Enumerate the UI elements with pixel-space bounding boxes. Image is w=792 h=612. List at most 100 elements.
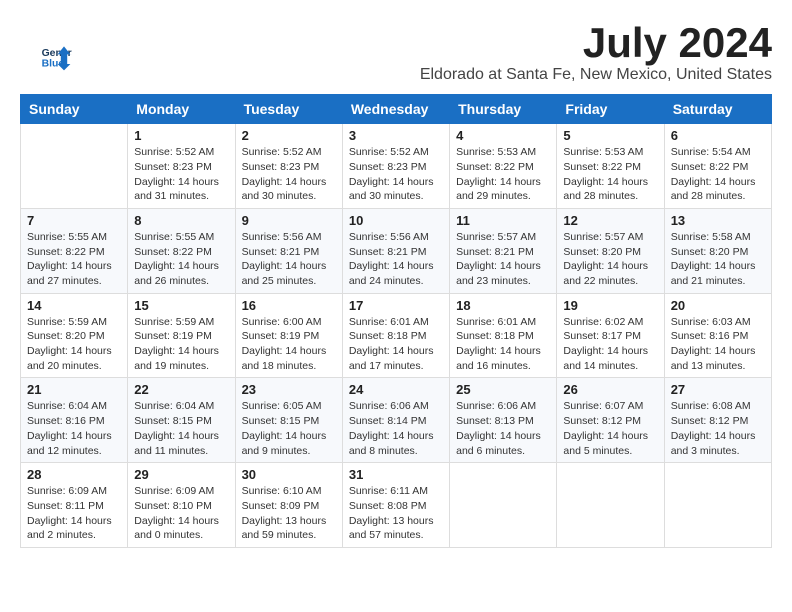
table-row: 10 Sunrise: 5:56 AM Sunset: 8:21 PM Dayli… xyxy=(342,208,449,293)
day-info: Sunrise: 5:57 AM Sunset: 8:20 PM Dayligh… xyxy=(563,230,657,289)
day-info: Sunrise: 5:55 AM Sunset: 8:22 PM Dayligh… xyxy=(134,230,228,289)
day-number: 16 xyxy=(242,298,336,313)
table-row: 22 Sunrise: 6:04 AM Sunset: 8:15 PM Dayli… xyxy=(128,378,235,463)
day-number: 28 xyxy=(27,467,121,482)
col-monday: Monday xyxy=(128,95,235,124)
table-row: 3 Sunrise: 5:52 AM Sunset: 8:23 PM Daylig… xyxy=(342,124,449,209)
col-thursday: Thursday xyxy=(450,95,557,124)
table-row: 12 Sunrise: 5:57 AM Sunset: 8:20 PM Dayli… xyxy=(557,208,664,293)
calendar-week-4: 21 Sunrise: 6:04 AM Sunset: 8:16 PM Dayli… xyxy=(21,378,772,463)
table-row: 9Sunrise: 5:56 AM Sunset: 8:21 PM Daylig… xyxy=(235,208,342,293)
day-number: 24 xyxy=(349,382,443,397)
day-info: Sunrise: 6:08 AM Sunset: 8:12 PM Dayligh… xyxy=(671,399,765,458)
table-row xyxy=(450,463,557,548)
day-number: 12 xyxy=(563,213,657,228)
col-saturday: Saturday xyxy=(664,95,771,124)
table-row: 8 Sunrise: 5:55 AM Sunset: 8:22 PM Daylig… xyxy=(128,208,235,293)
day-number: 9 xyxy=(242,213,336,228)
day-info: Sunrise: 6:09 AM Sunset: 8:10 PM Dayligh… xyxy=(134,484,228,543)
day-number: 10 xyxy=(349,213,443,228)
day-number: 30 xyxy=(242,467,336,482)
day-info: Sunrise: 6:02 AM Sunset: 8:17 PM Dayligh… xyxy=(563,315,657,374)
table-row: 13 Sunrise: 5:58 AM Sunset: 8:20 PM Dayli… xyxy=(664,208,771,293)
table-row: 4Sunrise: 5:53 AM Sunset: 8:22 PM Daylig… xyxy=(450,124,557,209)
day-info: Sunrise: 6:07 AM Sunset: 8:12 PM Dayligh… xyxy=(563,399,657,458)
day-info: Sunrise: 6:01 AM Sunset: 8:18 PM Dayligh… xyxy=(349,315,443,374)
day-info: Sunrise: 5:52 AM Sunset: 8:23 PM Dayligh… xyxy=(134,145,228,204)
table-row: 23 Sunrise: 6:05 AM Sunset: 8:15 PM Dayli… xyxy=(235,378,342,463)
top-area: General Blue July 2024 Eldorado at Santa… xyxy=(20,20,772,84)
day-number: 8 xyxy=(134,213,228,228)
day-number: 15 xyxy=(134,298,228,313)
day-number: 23 xyxy=(242,382,336,397)
table-row: 30 Sunrise: 6:10 AM Sunset: 8:09 PM Dayli… xyxy=(235,463,342,548)
day-info: Sunrise: 6:05 AM Sunset: 8:15 PM Dayligh… xyxy=(242,399,336,458)
col-tuesday: Tuesday xyxy=(235,95,342,124)
day-number: 11 xyxy=(456,213,550,228)
table-row: 26Sunrise: 6:07 AM Sunset: 8:12 PM Dayli… xyxy=(557,378,664,463)
calendar-week-5: 28 Sunrise: 6:09 AM Sunset: 8:11 PM Dayli… xyxy=(21,463,772,548)
day-info: Sunrise: 6:06 AM Sunset: 8:14 PM Dayligh… xyxy=(349,399,443,458)
table-row: 2 Sunrise: 5:52 AM Sunset: 8:23 PM Daylig… xyxy=(235,124,342,209)
day-info: Sunrise: 5:57 AM Sunset: 8:21 PM Dayligh… xyxy=(456,230,550,289)
table-row xyxy=(21,124,128,209)
logo: General Blue xyxy=(40,40,76,72)
day-number: 7 xyxy=(27,213,121,228)
table-row: 11 Sunrise: 5:57 AM Sunset: 8:21 PM Dayli… xyxy=(450,208,557,293)
day-info: Sunrise: 5:58 AM Sunset: 8:20 PM Dayligh… xyxy=(671,230,765,289)
day-number: 18 xyxy=(456,298,550,313)
day-number: 31 xyxy=(349,467,443,482)
day-info: Sunrise: 6:10 AM Sunset: 8:09 PM Dayligh… xyxy=(242,484,336,543)
day-info: Sunrise: 5:59 AM Sunset: 8:20 PM Dayligh… xyxy=(27,315,121,374)
table-row: 21 Sunrise: 6:04 AM Sunset: 8:16 PM Dayli… xyxy=(21,378,128,463)
table-row: 7Sunrise: 5:55 AM Sunset: 8:22 PM Daylig… xyxy=(21,208,128,293)
table-row: 15 Sunrise: 5:59 AM Sunset: 8:19 PM Dayli… xyxy=(128,293,235,378)
table-row: 5Sunrise: 5:53 AM Sunset: 8:22 PM Daylig… xyxy=(557,124,664,209)
col-wednesday: Wednesday xyxy=(342,95,449,124)
col-sunday: Sunday xyxy=(21,95,128,124)
col-friday: Friday xyxy=(557,95,664,124)
day-info: Sunrise: 6:06 AM Sunset: 8:13 PM Dayligh… xyxy=(456,399,550,458)
day-info: Sunrise: 6:03 AM Sunset: 8:16 PM Dayligh… xyxy=(671,315,765,374)
day-number: 20 xyxy=(671,298,765,313)
day-info: Sunrise: 5:56 AM Sunset: 8:21 PM Dayligh… xyxy=(349,230,443,289)
day-number: 3 xyxy=(349,128,443,143)
day-info: Sunrise: 5:52 AM Sunset: 8:23 PM Dayligh… xyxy=(349,145,443,204)
day-number: 22 xyxy=(134,382,228,397)
table-row: 27 Sunrise: 6:08 AM Sunset: 8:12 PM Dayli… xyxy=(664,378,771,463)
day-info: Sunrise: 6:00 AM Sunset: 8:19 PM Dayligh… xyxy=(242,315,336,374)
calendar-week-2: 7 Sunrise: 5:55 AM Sunset: 8:22 PM Daylig… xyxy=(21,208,772,293)
day-info: Sunrise: 5:52 AM Sunset: 8:23 PM Dayligh… xyxy=(242,145,336,204)
day-info: Sunrise: 6:09 AM Sunset: 8:11 PM Dayligh… xyxy=(27,484,121,543)
calendar-week-1: 1 Sunrise: 5:52 AM Sunset: 8:23 PM Daylig… xyxy=(21,124,772,209)
table-row: 24 Sunrise: 6:06 AM Sunset: 8:14 PM Dayli… xyxy=(342,378,449,463)
day-info: Sunrise: 6:04 AM Sunset: 8:15 PM Dayligh… xyxy=(134,399,228,458)
table-row: 16 Sunrise: 6:00 AM Sunset: 8:19 PM Dayli… xyxy=(235,293,342,378)
day-number: 19 xyxy=(563,298,657,313)
day-number: 1 xyxy=(134,128,228,143)
day-info: Sunrise: 6:01 AM Sunset: 8:18 PM Dayligh… xyxy=(456,315,550,374)
table-row: 6 Sunrise: 5:54 AM Sunset: 8:22 PM Daylig… xyxy=(664,124,771,209)
day-info: Sunrise: 5:54 AM Sunset: 8:22 PM Dayligh… xyxy=(671,145,765,204)
table-row: 31Sunrise: 6:11 AM Sunset: 8:08 PM Dayli… xyxy=(342,463,449,548)
header-row: Sunday Monday Tuesday Wednesday Thursday… xyxy=(21,95,772,124)
day-info: Sunrise: 5:53 AM Sunset: 8:22 PM Dayligh… xyxy=(563,145,657,204)
day-info: Sunrise: 5:53 AM Sunset: 8:22 PM Dayligh… xyxy=(456,145,550,204)
table-row xyxy=(557,463,664,548)
day-number: 6 xyxy=(671,128,765,143)
table-row: 17Sunrise: 6:01 AM Sunset: 8:18 PM Dayli… xyxy=(342,293,449,378)
month-title: July 2024 xyxy=(20,20,772,66)
table-row xyxy=(664,463,771,548)
day-info: Sunrise: 5:59 AM Sunset: 8:19 PM Dayligh… xyxy=(134,315,228,374)
day-number: 21 xyxy=(27,382,121,397)
day-info: Sunrise: 6:04 AM Sunset: 8:16 PM Dayligh… xyxy=(27,399,121,458)
day-number: 14 xyxy=(27,298,121,313)
table-row: 29Sunrise: 6:09 AM Sunset: 8:10 PM Dayli… xyxy=(128,463,235,548)
calendar: Sunday Monday Tuesday Wednesday Thursday… xyxy=(20,94,772,548)
day-number: 2 xyxy=(242,128,336,143)
table-row: 20 Sunrise: 6:03 AM Sunset: 8:16 PM Dayli… xyxy=(664,293,771,378)
day-number: 13 xyxy=(671,213,765,228)
day-number: 25 xyxy=(456,382,550,397)
day-number: 27 xyxy=(671,382,765,397)
calendar-body: 1 Sunrise: 5:52 AM Sunset: 8:23 PM Daylig… xyxy=(21,124,772,548)
